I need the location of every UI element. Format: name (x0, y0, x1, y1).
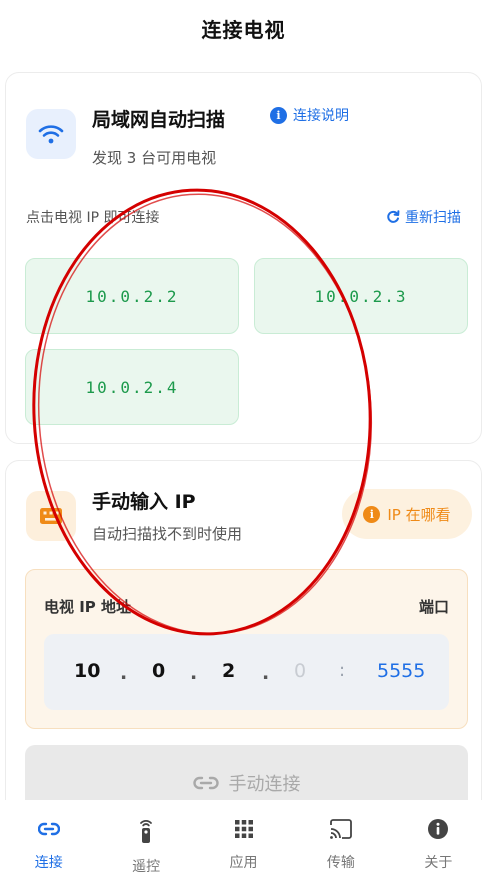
device-ip-tile[interactable]: 10.0.2.4 (25, 349, 239, 425)
ip-address-input[interactable]: 10 . 0 . 2 . 0 : 5555 (44, 634, 449, 710)
ip-entry-panel: 电视 IP 地址 端口 10 . 0 . 2 . 0 : 5555 (25, 569, 468, 729)
link-icon (192, 776, 219, 790)
tab-apps[interactable]: 应用 (195, 800, 292, 883)
wifi-icon (26, 109, 76, 159)
ip-separator: . (120, 662, 128, 684)
ip-segment-2[interactable]: 0 (152, 660, 165, 682)
rescan-label: 重新扫描 (405, 210, 461, 226)
ip-location-help-label: IP 在哪看 (387, 505, 451, 524)
info-icon: i (270, 106, 287, 124)
remote-icon (140, 820, 153, 843)
port-label: 端口 (418, 598, 449, 616)
apps-grid-icon (234, 820, 253, 838)
tab-label: 传输 (326, 855, 355, 871)
ip-address-label: 电视 IP 地址 (44, 598, 132, 616)
bottom-tab-bar: 连接 遥控 应用 传输 关于 (0, 800, 487, 883)
info-icon (428, 819, 449, 839)
refresh-icon (387, 210, 400, 223)
manual-title: 手动输入 IP (92, 491, 196, 513)
device-ip-tile[interactable]: 10.0.2.2 (25, 258, 239, 334)
tab-connect[interactable]: 连接 (0, 800, 97, 883)
cast-icon (330, 819, 352, 839)
tab-label: 应用 (229, 855, 258, 871)
tab-label: 关于 (424, 855, 453, 871)
scan-hint: 点击电视 IP 即可连接 (26, 210, 160, 226)
tab-label: 遥控 (132, 859, 161, 875)
ip-separator: . (190, 662, 198, 684)
tab-about[interactable]: 关于 (390, 800, 487, 883)
manual-connect-label: 手动连接 (228, 774, 301, 795)
tab-remote[interactable]: 遥控 (97, 800, 194, 883)
tab-label: 连接 (34, 855, 63, 871)
connection-help-link[interactable]: i 连接说明 (270, 105, 349, 125)
ip-separator: . (262, 662, 270, 684)
manual-ip-card: 手动输入 IP 自动扫描找不到时使用 i IP 在哪看 电视 IP 地址 端口 … (5, 460, 482, 820)
manual-subtitle: 自动扫描找不到时使用 (92, 525, 243, 543)
ip-segment-3[interactable]: 2 (222, 660, 235, 682)
info-icon: i (363, 505, 381, 523)
top-bar: 连接电视 (0, 0, 487, 56)
page-title: 连接电视 (201, 17, 286, 42)
ip-segment-4[interactable]: 0 (294, 660, 306, 682)
rescan-button[interactable]: 重新扫描 (386, 207, 461, 227)
ip-location-help-button[interactable]: i IP 在哪看 (342, 489, 472, 539)
port-input[interactable]: 5555 (377, 660, 425, 682)
ip-segment-1[interactable]: 10 (74, 660, 100, 682)
keyboard-icon (26, 491, 76, 541)
scan-title: 局域网自动扫描 (92, 109, 226, 131)
link-icon (37, 822, 60, 836)
device-ip-tile[interactable]: 10.0.2.3 (254, 258, 468, 334)
lan-scan-card: 局域网自动扫描 发现 3 台可用电视 i 连接说明 点击电视 IP 即可连接 重… (5, 72, 482, 444)
help-link-label: 连接说明 (293, 108, 349, 124)
scan-subtitle: 发现 3 台可用电视 (92, 149, 217, 167)
port-separator: : (339, 660, 346, 681)
tab-transfer[interactable]: 传输 (292, 800, 389, 883)
